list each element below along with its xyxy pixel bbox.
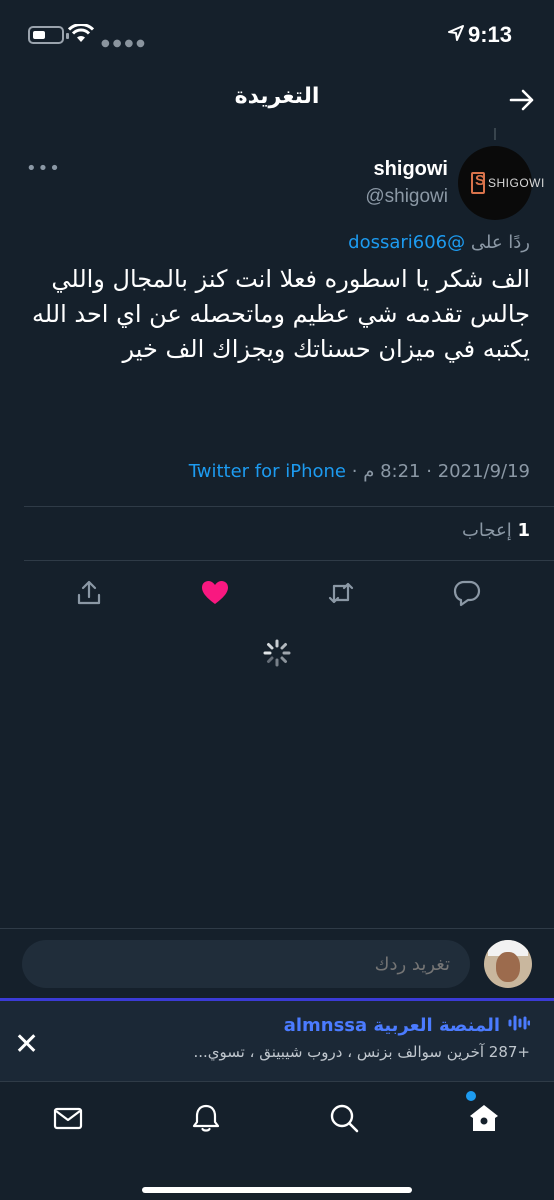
divider — [24, 560, 554, 561]
user-avatar[interactable] — [484, 940, 532, 988]
retweet-icon[interactable] — [326, 578, 356, 608]
meta-separator: · — [351, 461, 358, 482]
tweet-time: 8:21 م — [363, 461, 421, 482]
author-avatar[interactable]: S SHIGOWI — [458, 146, 544, 220]
likes-count-row[interactable]: 1 إعجاب — [462, 520, 530, 541]
search-icon[interactable] — [328, 1102, 360, 1134]
spaces-subtitle: +287 آخرين سوالف بزنس ، دروب شيبينق ، تس… — [193, 1043, 530, 1061]
tab-bar — [0, 1081, 554, 1200]
thread-line — [494, 128, 496, 140]
back-arrow-icon[interactable] — [508, 86, 536, 114]
tweet-date: 2021/9/19 — [437, 461, 530, 482]
meta-separator: · — [426, 461, 432, 482]
spaces-title: المنصة العربية almnssa — [284, 1015, 530, 1036]
signal-dots-icon: ●●●● — [101, 38, 148, 49]
mail-icon[interactable] — [52, 1102, 84, 1134]
battery-icon — [28, 26, 69, 44]
reply-icon[interactable] — [452, 578, 482, 608]
like-icon[interactable] — [200, 578, 230, 608]
location-arrow-icon — [448, 25, 464, 41]
wifi-icon — [68, 24, 94, 42]
home-indicator — [142, 1187, 412, 1193]
home-icon[interactable] — [468, 1102, 500, 1134]
tweet-source[interactable]: Twitter for iPhone — [189, 461, 346, 482]
reply-to-line: ردًا على @dossari606 — [348, 232, 530, 253]
close-icon[interactable]: ✕ — [14, 1027, 39, 1062]
avatar-logo: S — [471, 172, 485, 194]
divider — [24, 506, 554, 507]
spaces-title-text: المنصة العربية almnssa — [283, 1015, 500, 1036]
page-title: التغريدة — [234, 84, 320, 109]
tweet-text: الف شكر يا اسطوره فعلا انت كنز بالمجال و… — [31, 265, 530, 363]
home-notification-dot — [466, 1091, 476, 1101]
status-time: 9:13 — [467, 22, 512, 47]
status-bar: ●●●● 9:13 — [0, 0, 554, 70]
share-icon[interactable] — [74, 578, 104, 608]
spaces-bar[interactable]: ✕ المنصة العربية almnssa +287 آخرين سوال… — [0, 1001, 554, 1081]
reply-input[interactable] — [22, 940, 470, 988]
divider — [0, 928, 554, 929]
loading-spinner-icon — [263, 639, 291, 667]
bell-icon[interactable] — [190, 1102, 222, 1134]
likes-count: 1 — [517, 520, 530, 541]
more-icon[interactable]: ••• — [26, 158, 61, 179]
author-handle[interactable]: @shigowi — [365, 186, 448, 208]
tweet-meta: 2021/9/19 · 8:21 م · Twitter for iPhone — [189, 461, 530, 482]
reply-to-handle[interactable]: @dossari606 — [348, 232, 465, 253]
audio-bars-icon — [508, 1015, 530, 1031]
likes-label: إعجاب — [461, 520, 512, 541]
reply-to-prefix: ردًا على — [465, 232, 530, 253]
avatar-text: SHIGOWI — [488, 176, 545, 190]
author-name[interactable]: shigowi — [374, 158, 448, 181]
